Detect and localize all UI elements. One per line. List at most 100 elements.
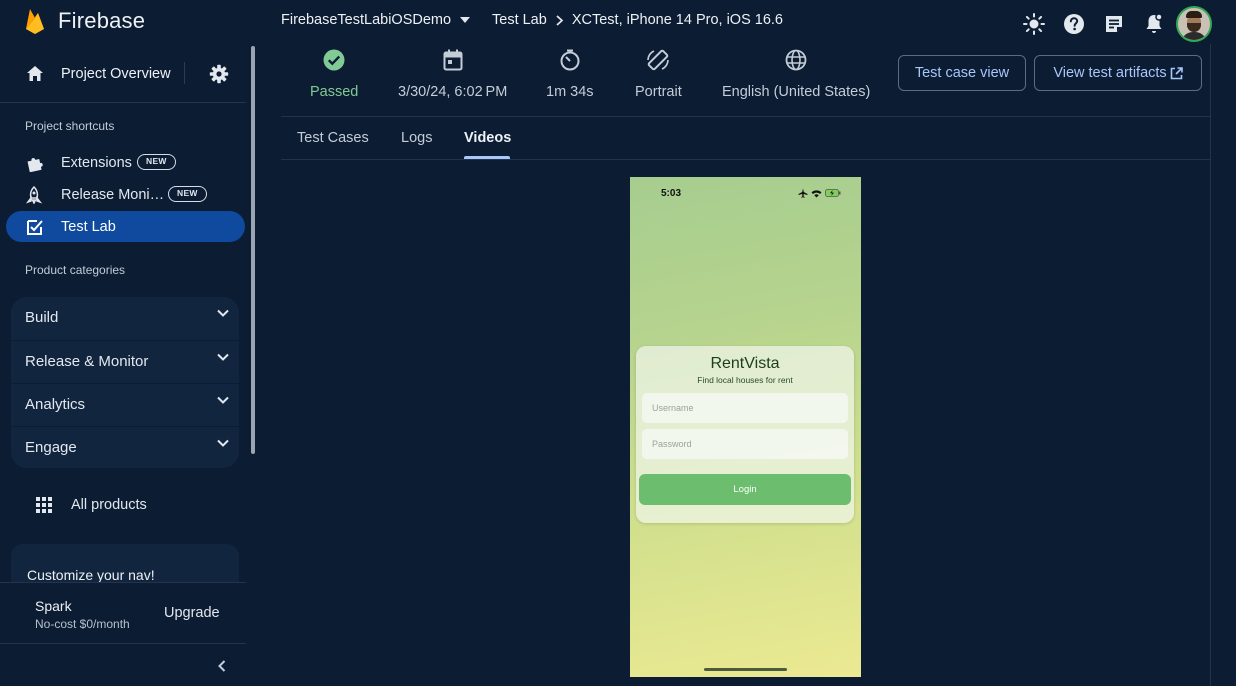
all-products-link[interactable]: All products: [36, 497, 147, 513]
tab-bar: Test Cases Logs Videos: [281, 117, 1210, 160]
customize-nav-label: Customize your nav!: [27, 567, 155, 583]
rocket-icon: [26, 186, 42, 204]
metric-date: 3/30/24, 6:02 PM: [398, 48, 507, 100]
active-tab-indicator: [464, 156, 510, 159]
airplane-icon: [798, 188, 808, 198]
check-circle-icon: [323, 48, 345, 72]
avatar[interactable]: [1176, 6, 1212, 42]
test-case-view-button[interactable]: Test case view: [898, 55, 1026, 91]
help-icon[interactable]: [1054, 8, 1094, 40]
plan-price: No-cost $0/month: [35, 617, 130, 631]
upgrade-button[interactable]: Upgrade: [164, 605, 220, 621]
status-text: Passed: [310, 84, 359, 100]
page-scroll-area: [1210, 44, 1236, 686]
customize-nav-card[interactable]: Customize your nav!: [11, 544, 239, 584]
chevron-down-icon: [217, 439, 229, 447]
category-analytics[interactable]: Analytics: [11, 383, 239, 426]
calendar-icon: [443, 48, 463, 72]
plan-name: Spark: [35, 598, 72, 614]
metric-duration: 1m 34s: [546, 48, 594, 100]
breadcrumb: Test Lab XCTest, iPhone 14 Pro, iOS 16.6: [492, 12, 783, 28]
username-placeholder: Username: [652, 403, 694, 413]
app-subtitle: Find local houses for rent: [697, 375, 793, 385]
testlab-icon: [26, 218, 44, 236]
login-card: RentVista Find local houses for rent Use…: [636, 346, 854, 523]
sidebar-item-test-lab[interactable]: Test Lab: [6, 211, 245, 242]
chevron-down-icon: [217, 353, 229, 361]
apps-grid-icon: [36, 497, 52, 513]
breadcrumb-test-matrix: XCTest, iPhone 14 Pro, iOS 16.6: [571, 12, 783, 28]
device-time: 5:03: [661, 188, 682, 199]
tab-videos[interactable]: Videos: [464, 130, 511, 146]
login-button: Login: [639, 474, 851, 505]
metric-locale: English (United States): [722, 48, 870, 100]
collapse-sidebar-icon[interactable]: [214, 658, 230, 674]
new-badge: NEW: [168, 186, 207, 202]
divider: [0, 643, 246, 644]
locale-text: English (United States): [722, 84, 871, 100]
sidebar-item-label: Test Lab: [61, 219, 116, 235]
device-status-icons: [798, 188, 841, 198]
product-categories: Build Release & Monitor Analytics Engage: [11, 297, 239, 468]
home-icon[interactable]: [26, 65, 44, 82]
header-actions: [1014, 6, 1212, 42]
plan-panel: Spark No-cost $0/month Upgrade: [0, 582, 246, 644]
tab-logs[interactable]: Logs: [401, 130, 432, 146]
chevron-right-icon: [556, 14, 563, 26]
wifi-icon: [811, 189, 822, 198]
category-label: Engage: [25, 439, 77, 456]
sidebar-item-release-monitoring[interactable]: Release Moni… NEW: [6, 179, 245, 210]
notes-icon[interactable]: [1094, 8, 1134, 40]
firebase-logo[interactable]: Firebase: [24, 7, 145, 35]
timer-icon: [559, 48, 581, 72]
project-name: FirebaseTestLabiOSDemo: [281, 12, 452, 28]
orientation-text: Portrait: [635, 84, 682, 100]
category-label: Build: [25, 309, 59, 326]
view-test-artifacts-button[interactable]: View test artifacts: [1034, 55, 1202, 91]
password-placeholder: Password: [652, 439, 692, 449]
category-label: Analytics: [25, 396, 86, 413]
sidebar-item-label: Release Moni…: [61, 187, 165, 203]
extensions-icon: [26, 154, 44, 172]
sidebar-scrollbar[interactable]: [251, 46, 255, 454]
dropdown-arrow-icon: [460, 17, 471, 23]
metric-status: Passed: [310, 48, 358, 100]
gear-icon[interactable]: [209, 64, 229, 84]
duration-text: 1m 34s: [546, 84, 594, 100]
sidebar-item-label: Extensions: [61, 155, 132, 171]
app-title: RentVista: [710, 355, 780, 372]
theme-icon[interactable]: [1014, 8, 1054, 40]
screen-rotation-icon: [646, 48, 670, 72]
open-in-new-icon: [1170, 66, 1183, 80]
date-text: 3/30/24, 6:02 PM: [398, 84, 508, 100]
notifications-icon[interactable]: [1134, 8, 1174, 40]
test-video[interactable]: 5:03 RentVista Find local houses for ren…: [630, 177, 861, 677]
new-badge: NEW: [137, 154, 176, 170]
breadcrumb-test-lab[interactable]: Test Lab: [492, 12, 547, 28]
divider: [184, 62, 185, 84]
home-indicator: [704, 668, 787, 671]
chevron-down-icon: [217, 396, 229, 404]
divider: [0, 102, 246, 103]
category-engage[interactable]: Engage: [11, 426, 239, 469]
tab-test-cases[interactable]: Test Cases: [297, 130, 369, 146]
top-bar: Firebase FirebaseTestLabiOSDemo Test Lab…: [0, 0, 1236, 44]
chevron-down-icon: [217, 309, 229, 317]
app-name: Firebase: [58, 8, 146, 33]
category-release-monitor[interactable]: Release & Monitor: [11, 340, 239, 383]
project-selector[interactable]: FirebaseTestLabiOSDemo: [281, 12, 471, 28]
categories-label: Product categories: [25, 263, 126, 277]
project-overview-row: Project Overview: [0, 52, 246, 96]
sidebar-item-extensions[interactable]: Extensions NEW: [6, 147, 245, 178]
all-products-label: All products: [71, 497, 147, 513]
main-panel: Passed 3/30/24, 6:02 PM 1m 34s Portrait …: [281, 44, 1210, 686]
test-summary: Passed 3/30/24, 6:02 PM 1m 34s Portrait …: [281, 44, 1210, 116]
view-test-artifacts-label: View test artifacts: [1053, 65, 1167, 81]
username-field: Username: [642, 393, 848, 423]
project-overview-link[interactable]: Project Overview: [61, 66, 171, 82]
battery-icon: [825, 189, 841, 197]
category-build[interactable]: Build: [11, 297, 239, 340]
sidebar: Project Overview Project shortcuts Exten…: [0, 44, 257, 686]
password-field: Password: [642, 429, 848, 459]
metric-orientation: Portrait: [635, 48, 682, 100]
